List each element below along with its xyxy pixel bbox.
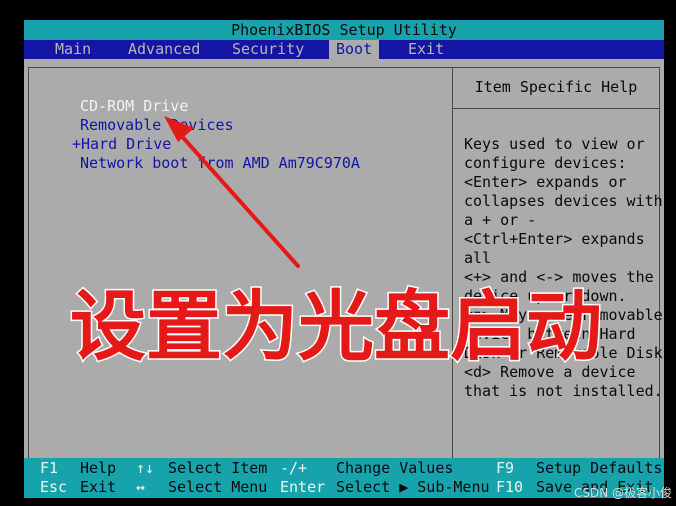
annotation-arrow-icon <box>164 116 300 268</box>
annotation-text: 设置为光盘启动 <box>69 281 604 373</box>
watermark: CSDN @极客小俊 <box>574 486 673 500</box>
